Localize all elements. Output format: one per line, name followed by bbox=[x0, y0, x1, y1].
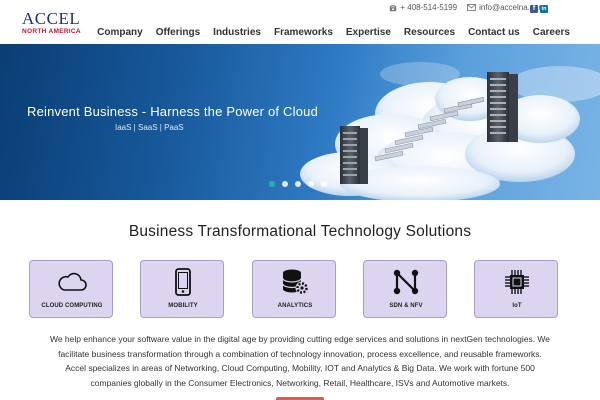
card-label: ANALYTICS bbox=[277, 303, 313, 309]
envelope-icon bbox=[467, 4, 476, 11]
intro-paragraph: We help enhance your software value in t… bbox=[30, 332, 570, 390]
phone-contact[interactable]: + 408-514-5199 bbox=[389, 3, 457, 12]
intro-line: companies globally in the Consumer Elect… bbox=[90, 377, 510, 388]
card-iot[interactable]: IoT bbox=[474, 260, 558, 318]
card-cloud-computing[interactable]: CLOUD COMPUTING bbox=[29, 260, 113, 318]
card-label: MOBILITY bbox=[168, 303, 198, 309]
chip-icon bbox=[505, 270, 529, 294]
nav-item-expertise[interactable]: Expertise bbox=[346, 27, 391, 38]
nav-item-company[interactable]: Company bbox=[97, 27, 143, 38]
nav-item-frameworks[interactable]: Frameworks bbox=[274, 27, 333, 38]
carousel-dot-4[interactable] bbox=[308, 181, 314, 187]
phone-icon bbox=[389, 4, 397, 11]
card-sdn-nfv[interactable]: SDN & NFV bbox=[363, 260, 447, 318]
intro-line: We help enhance your software value in t… bbox=[49, 334, 551, 344]
site-header: ACCEL NORTH AMERICA + 408-514-5199 info@… bbox=[0, 0, 600, 44]
section-title: Business Transformational Technology Sol… bbox=[128, 223, 472, 240]
solution-cards: CLOUD COMPUTING MOBILITY ANALYTICS SDN &… bbox=[29, 260, 569, 318]
carousel-dot-1[interactable] bbox=[269, 181, 275, 187]
main-nav: Company Offerings Industries Frameworks … bbox=[84, 27, 570, 38]
network-nodes-icon bbox=[393, 269, 419, 295]
carousel-dot-2[interactable] bbox=[282, 181, 288, 187]
cloud-servers-illustration bbox=[300, 62, 600, 200]
card-label: CLOUD COMPUTING bbox=[41, 303, 103, 309]
card-label: IoT bbox=[512, 303, 522, 309]
intro-line: facilitate business transformation throu… bbox=[58, 348, 542, 359]
nav-item-careers[interactable]: Careers bbox=[533, 27, 570, 38]
carousel-dot-3[interactable] bbox=[295, 181, 301, 187]
cloud-icon bbox=[58, 272, 87, 291]
logo-tagline: NORTH AMERICA bbox=[22, 28, 81, 35]
nav-item-industries[interactable]: Industries bbox=[213, 27, 261, 38]
nav-item-resources[interactable]: Resources bbox=[404, 27, 455, 38]
nav-item-offerings[interactable]: Offerings bbox=[156, 27, 200, 38]
smartphone-icon bbox=[175, 268, 191, 296]
card-label: SDN & NFV bbox=[389, 303, 423, 309]
nav-item-contact-us[interactable]: Contact us bbox=[468, 27, 520, 38]
hero-banner: Reinvent Business - Harness the Power of… bbox=[0, 44, 600, 200]
card-mobility[interactable]: MOBILITY bbox=[140, 260, 224, 318]
phone-number: + 408-514-5199 bbox=[400, 3, 458, 12]
hero-title: Reinvent Business - Harness the Power of… bbox=[27, 104, 319, 119]
carousel-dot-5[interactable] bbox=[321, 181, 327, 187]
card-analytics[interactable]: ANALYTICS bbox=[252, 260, 336, 318]
linkedin-icon[interactable]: in bbox=[540, 5, 548, 13]
logo-wordmark: ACCEL bbox=[22, 9, 81, 28]
hero-subtitle: IaaS | SaaS | PaaS bbox=[115, 123, 184, 132]
database-gear-icon bbox=[282, 269, 309, 295]
intro-line: Accel specializes in areas of Networking… bbox=[65, 363, 535, 373]
accel-logo[interactable]: ACCEL NORTH AMERICA bbox=[22, 9, 81, 35]
contact-bar: + 408-514-5199 info@accelna.com bbox=[379, 3, 545, 12]
carousel-dots bbox=[269, 181, 334, 187]
facebook-icon[interactable]: f bbox=[530, 5, 538, 13]
